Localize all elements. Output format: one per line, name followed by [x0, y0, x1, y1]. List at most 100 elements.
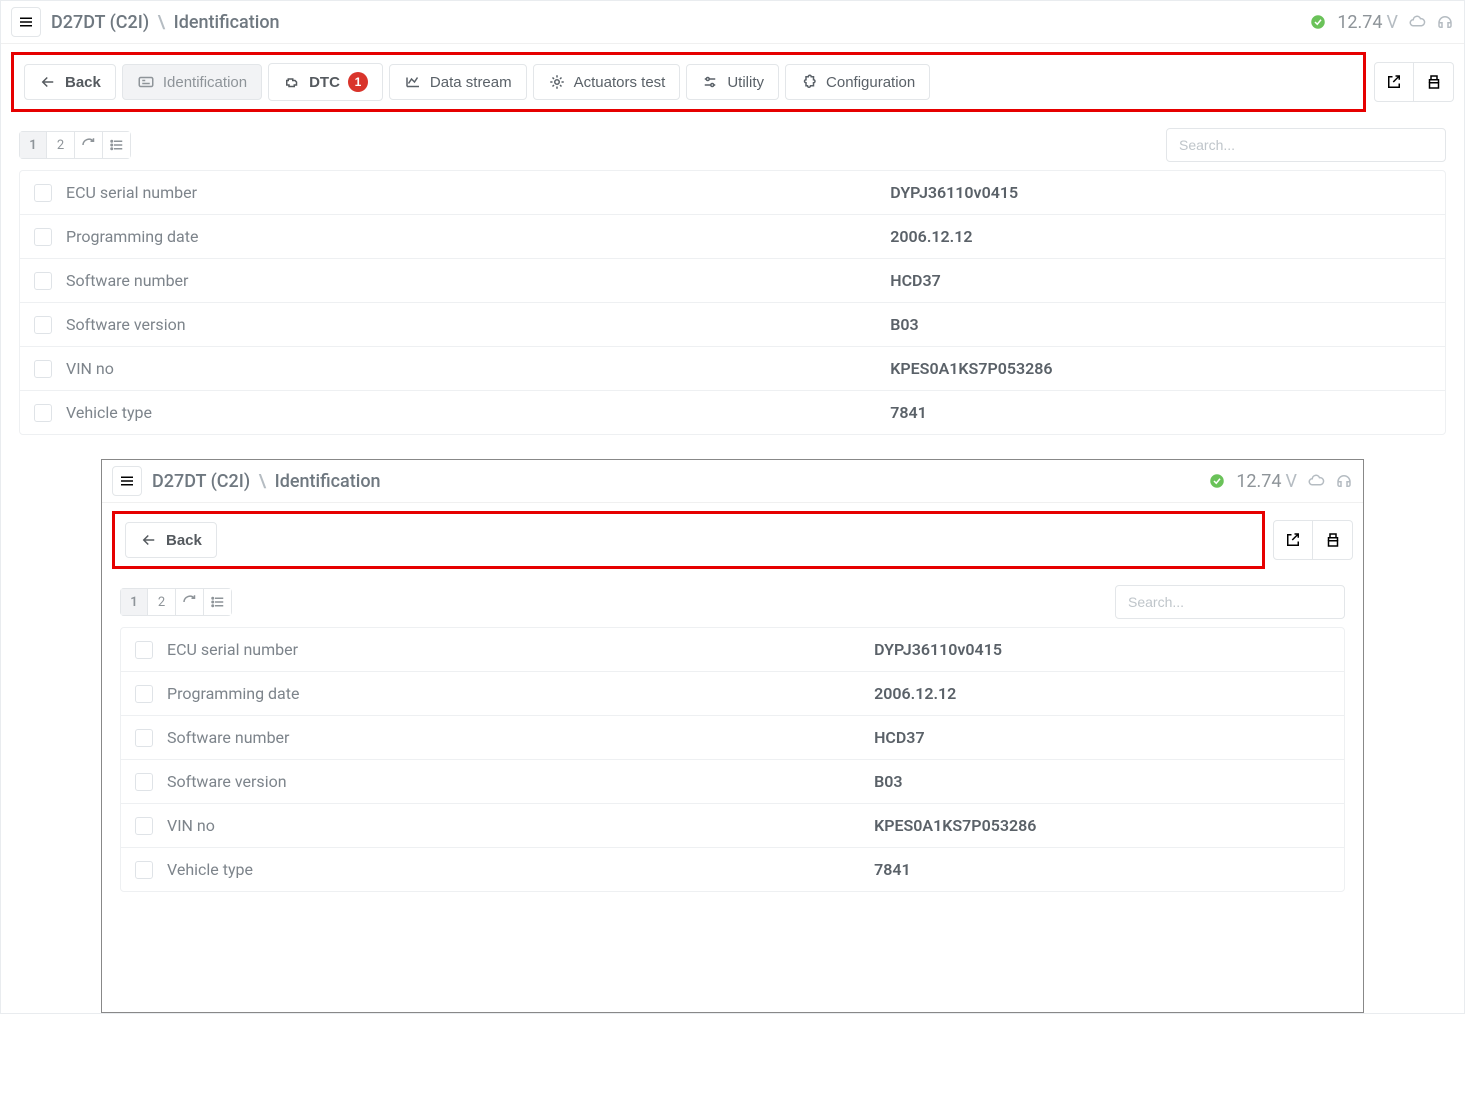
table-row: Software version B03: [20, 303, 1445, 347]
row-checkbox[interactable]: [135, 817, 153, 835]
breadcrumb-separator: \: [259, 471, 267, 492]
headset-icon[interactable]: [1436, 13, 1454, 31]
row-checkbox[interactable]: [34, 228, 52, 246]
dtc-label: DTC: [309, 74, 340, 91]
dtc-button[interactable]: DTC 1: [268, 63, 383, 101]
search-input[interactable]: [1115, 585, 1345, 619]
export-button[interactable]: [1273, 520, 1313, 560]
row-checkbox[interactable]: [135, 729, 153, 747]
page-2[interactable]: 2: [148, 588, 176, 616]
data-stream-button[interactable]: Data stream: [389, 64, 527, 100]
table-row: Software version B03: [121, 760, 1344, 804]
row-checkbox[interactable]: [34, 404, 52, 422]
row-label: Vehicle type: [167, 860, 860, 879]
table-row: Vehicle type 7841: [20, 391, 1445, 434]
page-2[interactable]: 2: [47, 131, 75, 159]
row-checkbox[interactable]: [135, 641, 153, 659]
refresh-button[interactable]: [176, 588, 204, 616]
table-row: VIN no KPES0A1KS7P053286: [20, 347, 1445, 391]
status-ok-icon: [1309, 13, 1327, 31]
search-input[interactable]: [1166, 128, 1446, 162]
export-button[interactable]: [1374, 62, 1414, 102]
row-label: ECU serial number: [66, 183, 876, 202]
toolbar-highlight: Back: [112, 511, 1265, 569]
subbar: 1 2: [1, 120, 1464, 170]
row-value: 2006.12.12: [890, 227, 1431, 246]
back-label: Back: [65, 74, 101, 91]
actuators-label: Actuators test: [574, 74, 666, 91]
row-checkbox[interactable]: [135, 685, 153, 703]
export-icon: [1284, 531, 1302, 549]
data-table: ECU serial number DYPJ36110v0415 Program…: [120, 627, 1345, 892]
subbar: 1 2: [102, 577, 1363, 627]
row-checkbox[interactable]: [34, 184, 52, 202]
inset-view-wrapper: D27DT (C2I) \ Identification 12.74V: [101, 459, 1364, 1013]
row-value: 2006.12.12: [874, 684, 1330, 703]
actuators-button[interactable]: Actuators test: [533, 64, 681, 100]
header-right: 12.74V: [1208, 471, 1353, 492]
row-value: DYPJ36110v0415: [890, 183, 1431, 202]
engine-icon: [283, 73, 301, 91]
toolbar-right: [1374, 62, 1454, 102]
breadcrumb-section: Identification: [275, 471, 381, 492]
breadcrumb-device: D27DT (C2I): [51, 12, 149, 33]
puzzle-icon: [800, 73, 818, 91]
voltage-unit: V: [1387, 12, 1398, 33]
table-row: VIN no KPES0A1KS7P053286: [121, 804, 1344, 848]
menu-button[interactable]: [11, 7, 41, 37]
row-checkbox[interactable]: [135, 773, 153, 791]
row-checkbox[interactable]: [135, 861, 153, 879]
row-value: HCD37: [874, 728, 1330, 747]
configuration-button[interactable]: Configuration: [785, 64, 930, 100]
row-value: HCD37: [890, 271, 1431, 290]
voltage-unit: V: [1286, 471, 1297, 492]
row-label: Software version: [66, 315, 876, 334]
page-1[interactable]: 1: [19, 131, 47, 159]
cloud-icon[interactable]: [1307, 472, 1325, 490]
identification-button[interactable]: Identification: [122, 64, 262, 100]
print-button[interactable]: [1313, 520, 1353, 560]
headset-icon[interactable]: [1335, 472, 1353, 490]
menu-button[interactable]: [112, 466, 142, 496]
cloud-icon[interactable]: [1408, 13, 1426, 31]
row-label: ECU serial number: [167, 640, 860, 659]
row-value: 7841: [874, 860, 1330, 879]
print-icon: [1425, 73, 1443, 91]
pager: 1 2: [19, 131, 131, 159]
back-label: Back: [166, 532, 202, 549]
row-label: Software version: [167, 772, 860, 791]
app-view-top: D27DT (C2I) \ Identification 12.74V: [0, 0, 1465, 1014]
refresh-icon: [80, 136, 98, 154]
arrow-left-icon: [39, 73, 57, 91]
refresh-button[interactable]: [75, 131, 103, 159]
row-label: Software number: [167, 728, 860, 747]
sliders-icon: [701, 73, 719, 91]
voltage-display: 12.74V: [1236, 471, 1297, 492]
status-ok-icon: [1208, 472, 1226, 490]
identification-label: Identification: [163, 74, 247, 91]
dtc-badge: 1: [348, 72, 368, 92]
list-view-button[interactable]: [204, 588, 232, 616]
table-row: Software number HCD37: [121, 716, 1344, 760]
back-button[interactable]: Back: [125, 522, 217, 558]
back-button[interactable]: Back: [24, 64, 116, 100]
row-label: Vehicle type: [66, 403, 876, 422]
print-button[interactable]: [1414, 62, 1454, 102]
chart-line-icon: [404, 73, 422, 91]
row-checkbox[interactable]: [34, 316, 52, 334]
row-checkbox[interactable]: [34, 360, 52, 378]
row-checkbox[interactable]: [34, 272, 52, 290]
list-view-button[interactable]: [103, 131, 131, 159]
header-right: 12.74V: [1309, 12, 1454, 33]
data-table: ECU serial number DYPJ36110v0415 Program…: [19, 170, 1446, 435]
breadcrumb-section: Identification: [174, 12, 280, 33]
header: D27DT (C2I) \ Identification 12.74V: [1, 1, 1464, 44]
toolbar-row: Back: [102, 503, 1363, 577]
row-value: B03: [890, 315, 1431, 334]
print-icon: [1324, 531, 1342, 549]
utility-button[interactable]: Utility: [686, 64, 779, 100]
row-value: KPES0A1KS7P053286: [890, 359, 1431, 378]
page-1[interactable]: 1: [120, 588, 148, 616]
table-row: Vehicle type 7841: [121, 848, 1344, 891]
gear-small-icon: [548, 73, 566, 91]
